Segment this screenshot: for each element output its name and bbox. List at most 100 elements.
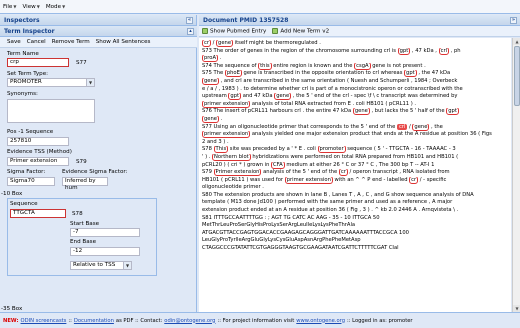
term-highlight[interactable]: gpt (228, 93, 242, 101)
line-text: S79 (202, 169, 214, 176)
pos-sequence-field[interactable]: 257810 (7, 137, 69, 146)
scroll-down-icon[interactable]: ▼ (513, 305, 520, 312)
line-text: , the 5 ' end of the crl - spec \f \ c t… (291, 93, 458, 100)
term-highlight[interactable]: promoter (317, 146, 346, 154)
menu-file[interactable]: File ▼ (3, 4, 16, 10)
term-highlight[interactable]: gene (216, 40, 234, 47)
document-line[interactable]: S73 The order of genes in the region of … (202, 47, 508, 56)
scroll-up-icon[interactable]: ▲ (513, 38, 520, 45)
term-highlight[interactable]: this (258, 62, 272, 70)
term-name-field[interactable]: crp (7, 58, 69, 67)
term-inspector-header: Term Inspector ▴ (0, 26, 197, 37)
document-line[interactable]: LeuGlyProTyrlleArgGluGlyLysCysGluAspAsnA… (202, 237, 508, 245)
term-type-select[interactable]: PROMOTER ▼ (7, 78, 95, 87)
term-highlight[interactable]: crl (396, 123, 408, 130)
cancel-button[interactable]: Cancel (27, 39, 46, 45)
document-line[interactable]: S75 The phoE gene is transcribed in the … (202, 70, 508, 78)
inspectors-panel: Inspectors « Term Inspector ▴ Save Cance… (0, 15, 197, 312)
site-link[interactable]: www.ontogene.org (296, 318, 345, 324)
menu-view[interactable]: View ▼ (22, 4, 39, 10)
document-line[interactable]: HB101 ( pCRL11 ) was used for primer ext… (202, 176, 508, 185)
collapse-up-icon[interactable]: ▴ (187, 28, 194, 35)
document-line[interactable]: S81 ITTTGCCAATTTTGG : ; AGT TG CATC AC A… (202, 215, 508, 223)
documentation-link[interactable]: Documentation (74, 318, 114, 324)
term-highlight[interactable]: CFA (271, 161, 285, 169)
document-line[interactable]: S76 The insert of pCRL11 harbours crl . … (202, 108, 508, 116)
term-highlight[interactable]: This (213, 146, 229, 154)
document-line[interactable]: ATGACGTTACCGAGTGGACACCGAAGAGCAGGGATTGATC… (202, 230, 508, 238)
term-highlight[interactable]: primer extension (284, 176, 333, 184)
term-highlight[interactable]: proA (202, 55, 219, 63)
term-highlight[interactable]: gene (412, 123, 430, 131)
end-base-field[interactable]: -12 (70, 247, 140, 256)
document-line[interactable]: MetThrLeuProSerGlyHisProLysSerArgLeuIleL… (202, 222, 508, 230)
document-toolbar: Show Pubmed Entry Add New Term v2 (199, 26, 520, 37)
term-highlight[interactable]: primer extension (202, 100, 251, 108)
sigma-factor-field[interactable]: Sigma70 (7, 177, 55, 186)
chevron-down-icon[interactable]: ▼ (123, 262, 131, 269)
term-highlight[interactable]: cr (409, 176, 419, 184)
term-highlight[interactable]: cr (202, 40, 211, 47)
evidence-tss-field[interactable]: Primer extension (7, 157, 69, 166)
term-highlight[interactable]: gpt (397, 47, 411, 55)
sequence-field[interactable]: TTGCTA (10, 209, 66, 218)
term-highlight[interactable]: gene (274, 93, 292, 101)
term-highlight[interactable]: crl (438, 47, 450, 55)
document-line[interactable]: extension product ended at an A residue … (202, 207, 508, 215)
contact-link[interactable]: odin@ontogene.org (164, 318, 215, 324)
term-highlight[interactable]: cr (338, 169, 348, 177)
show-all-sentences-button[interactable]: Show All Sentences (96, 39, 151, 45)
menu-mode[interactable]: Mode ▼ (46, 4, 65, 10)
term-highlight[interactable]: Primer extension (213, 169, 262, 177)
term-highlight[interactable]: Northern blot (212, 153, 251, 161)
document-line[interactable]: template ( M13 done Jd100 ) performed wi… (202, 199, 508, 207)
document-line[interactable]: ' ) . Northern blot hybridizations were … (202, 153, 508, 162)
document-line[interactable]: S77 Using an oligonucleotide primer that… (202, 123, 508, 132)
footer-as-pdf: as PDF :: Contact: (115, 317, 163, 324)
document-line[interactable]: e / a / , 1983 ) . to determine whether … (202, 86, 508, 94)
term-highlight[interactable]: csgA (354, 62, 371, 70)
document-line[interactable]: CTAGGCCCGTATATTCGTGAGGGTAAGTGCGAAGATAATC… (202, 245, 508, 253)
document-line[interactable]: S80 The extension products are shown in … (202, 192, 508, 200)
document-line[interactable]: primer extension analysis of total RNA e… (202, 100, 508, 109)
term-highlight[interactable]: primer extension (202, 131, 251, 139)
line-text: . (218, 55, 222, 62)
document-line[interactable]: gene , and crl are transcribed in the sa… (202, 77, 508, 86)
document-line[interactable]: primer extension analysis yielded one ma… (202, 131, 508, 139)
document-line[interactable]: pCRL20 ) ( cri * ) grown in CFA medium a… (202, 161, 508, 170)
show-pubmed-button[interactable]: Show Pubmed Entry (202, 27, 266, 34)
scroll-thumb[interactable] (514, 46, 520, 106)
term-highlight[interactable]: phoE (224, 70, 242, 78)
document-line[interactable]: oligonucleotide primer . (202, 184, 508, 192)
document-line[interactable]: S79 Primer extension analysis of the 5 '… (202, 169, 508, 177)
term-highlight[interactable]: gene (202, 115, 219, 123)
start-base-field[interactable]: -7 (70, 228, 140, 237)
document-line[interactable]: proA . (202, 55, 508, 63)
line-text: MetThrLeuProSerGlyHisProLysSerArgLeuIleL… (202, 222, 356, 229)
add-new-term-button[interactable]: Add New Term v2 (272, 27, 329, 34)
evidence-sigma-field[interactable]: Inferred by hum (62, 177, 108, 191)
document-line[interactable]: gene . (202, 115, 508, 124)
synonyms-field[interactable] (7, 99, 95, 123)
document-line[interactable]: upstream gpt and 47 kDa gene , the 5 ' e… (202, 93, 508, 101)
term-highlight[interactable]: gene (202, 77, 219, 85)
document-line[interactable]: 2 and 3 ) . (202, 139, 508, 147)
document-scrollbar[interactable]: ▲ ▼ (512, 38, 520, 312)
screencasts-link[interactable]: ODIN screencasts (21, 318, 67, 324)
relative-select[interactable]: Relative to TSS ▼ (70, 261, 132, 270)
term-highlight[interactable]: gpt (446, 108, 459, 116)
collapse-left-icon[interactable]: « (186, 17, 193, 24)
line-text: , the 47 kDa (416, 70, 451, 77)
chevron-down-icon[interactable]: ▼ (86, 79, 94, 86)
document-header: Document PMID 1357528 » (199, 15, 520, 26)
remove-term-button[interactable]: Remove Term (52, 39, 90, 45)
term-highlight[interactable]: gene (352, 108, 370, 116)
document-text[interactable]: cr / gene itself might be thermoregulate… (199, 38, 511, 312)
document-line[interactable]: S74 The sequence of this entire region i… (202, 62, 508, 71)
document-line[interactable]: cr / gene itself might be thermoregulate… (202, 40, 508, 48)
term-type-value: PROMOTER (10, 79, 42, 85)
collapse-right-icon[interactable]: » (510, 17, 517, 24)
document-line[interactable]: S78 This site was preceded by a ' * E . … (202, 146, 508, 154)
save-button[interactable]: Save (7, 39, 21, 45)
term-highlight[interactable]: gpt (404, 70, 417, 78)
